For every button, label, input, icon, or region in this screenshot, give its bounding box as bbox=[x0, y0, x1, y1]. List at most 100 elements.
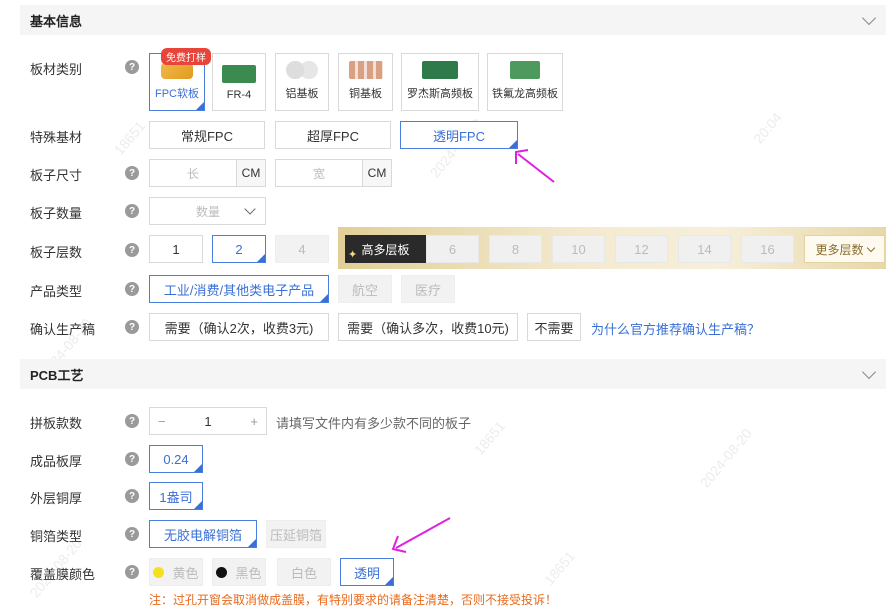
watermark: 18651 bbox=[470, 417, 509, 459]
chevron-down-icon bbox=[244, 203, 256, 215]
color-option-white[interactable]: 白色 bbox=[277, 558, 331, 586]
help-icon[interactable]: ? bbox=[125, 320, 139, 334]
layer-option-4[interactable]: 4 bbox=[275, 235, 329, 263]
color-option-yellow[interactable]: 黄色 bbox=[149, 558, 203, 586]
layer-option-1[interactable]: 1 bbox=[149, 235, 203, 263]
substrate-option-transparent[interactable]: 透明FPC bbox=[400, 121, 518, 149]
panel-count-label: 拼板款数 bbox=[30, 416, 83, 431]
section-pcb-process[interactable]: PCB工艺 bbox=[20, 359, 886, 389]
material-option-copper[interactable]: 铜基板 bbox=[338, 53, 393, 111]
more-layers-dropdown[interactable]: 更多层数 bbox=[804, 235, 885, 263]
special-substrate-label: 特殊基材 bbox=[30, 130, 83, 145]
width-input[interactable]: 宽 bbox=[275, 159, 363, 187]
thickness-option[interactable]: 0.24 bbox=[149, 445, 203, 473]
section-title: PCB工艺 bbox=[30, 367, 84, 383]
substrate-option-regular[interactable]: 常规FPC bbox=[149, 121, 265, 149]
chevron-down-icon[interactable] bbox=[861, 10, 877, 26]
quantity-select[interactable]: 数量 bbox=[149, 197, 266, 225]
free-sample-badge: 免费打样 bbox=[161, 48, 211, 65]
watermark: 18651 bbox=[110, 117, 149, 159]
material-option-ptfe[interactable]: 铁氟龙高频板 bbox=[487, 53, 563, 111]
annotation-arrow bbox=[391, 517, 451, 553]
layer-option-8[interactable]: 8 bbox=[489, 235, 542, 263]
help-icon[interactable]: ? bbox=[125, 565, 139, 579]
material-option-rogers[interactable]: 罗杰斯高频板 bbox=[401, 53, 479, 111]
fr4-board-icon bbox=[222, 65, 256, 83]
annotation-arrow bbox=[515, 149, 555, 183]
color-option-label: 黄色 bbox=[172, 565, 199, 581]
layer-option-2[interactable]: 2 bbox=[212, 235, 266, 263]
high-multilayer-tab[interactable]: ✦ 高多层板 bbox=[345, 235, 426, 263]
coverlay-note: 注：过孔开窗会取消做成盖膜，有特别要求的请备注清楚，否则不接受投诉！ bbox=[149, 593, 558, 607]
help-icon[interactable]: ? bbox=[125, 166, 139, 180]
material-option-fr4[interactable]: FR-4 bbox=[212, 53, 266, 111]
panel-count-value[interactable]: 1 bbox=[204, 414, 211, 429]
coverlay-color-label: 覆盖膜颜色 bbox=[30, 567, 96, 582]
chevron-down-icon bbox=[866, 243, 875, 252]
thickness-label: 成品板厚 bbox=[30, 454, 83, 469]
board-quantity-label: 板子数量 bbox=[30, 206, 83, 221]
material-option-label: FR-4 bbox=[226, 89, 252, 101]
minus-icon[interactable]: − bbox=[158, 414, 166, 429]
outer-copper-label: 外层铜厚 bbox=[30, 491, 83, 506]
plus-icon[interactable]: + bbox=[250, 414, 258, 429]
substrate-option-thick[interactable]: 超厚FPC bbox=[275, 121, 391, 149]
sparkle-icon: ✦ bbox=[348, 249, 358, 261]
copper-board-icon bbox=[348, 61, 383, 79]
panel-count-stepper[interactable]: − 1 + bbox=[149, 407, 267, 435]
panel-count-hint: 请填写文件内有多少款不同的板子 bbox=[276, 416, 472, 431]
foil-type-label: 铜箔类型 bbox=[30, 529, 83, 544]
material-option-aluminum[interactable]: 铝基板 bbox=[275, 53, 329, 111]
help-icon[interactable]: ? bbox=[125, 452, 139, 466]
outer-copper-option[interactable]: 1盎司 bbox=[149, 482, 203, 510]
fpc-board-icon bbox=[161, 63, 193, 79]
color-option-transparent[interactable]: 透明 bbox=[340, 558, 394, 586]
material-label: 板材类别 bbox=[30, 62, 83, 77]
material-option-label: 罗杰斯高频板 bbox=[407, 88, 473, 100]
watermark: 20:04 bbox=[750, 109, 785, 147]
layer-option-10[interactable]: 10 bbox=[552, 235, 605, 263]
help-icon[interactable]: ? bbox=[125, 489, 139, 503]
foil-option-rolled[interactable]: 压延铜箔 bbox=[266, 520, 326, 548]
quantity-placeholder: 数量 bbox=[196, 204, 221, 219]
help-icon[interactable]: ? bbox=[125, 527, 139, 541]
length-unit: CM bbox=[236, 159, 266, 187]
chevron-down-icon[interactable] bbox=[861, 364, 877, 380]
section-basic-info[interactable]: 基本信息 bbox=[20, 5, 886, 35]
product-option-aviation[interactable]: 航空 bbox=[338, 275, 392, 303]
layer-option-16[interactable]: 16 bbox=[741, 235, 794, 263]
high-multilayer-label: 高多层板 bbox=[361, 242, 410, 257]
product-option-medical[interactable]: 医疗 bbox=[401, 275, 455, 303]
section-title: 基本信息 bbox=[30, 13, 83, 29]
material-option-label: 铁氟龙高频板 bbox=[492, 88, 558, 100]
foil-option-electrolytic[interactable]: 无胶电解铜箔 bbox=[149, 520, 257, 548]
rogers-board-icon bbox=[422, 61, 458, 79]
help-icon[interactable]: ? bbox=[125, 243, 139, 257]
watermark: 18651 bbox=[540, 547, 579, 589]
watermark: 2024-08-20 bbox=[696, 425, 755, 491]
ptfe-board-icon bbox=[510, 61, 540, 79]
confirm-option-multiple[interactable]: 需要（确认多次，收费10元) bbox=[338, 313, 518, 341]
product-option-industrial[interactable]: 工业/消费/其他类电子产品 bbox=[149, 275, 329, 303]
material-option-label: FPC软板 bbox=[155, 88, 199, 100]
layer-option-6[interactable]: 6 bbox=[426, 235, 479, 263]
help-icon[interactable]: ? bbox=[125, 414, 139, 428]
color-option-label: 黑色 bbox=[235, 565, 262, 581]
more-layers-label: 更多层数 bbox=[815, 242, 864, 257]
color-option-black[interactable]: 黑色 bbox=[212, 558, 266, 586]
aluminum-board-icon bbox=[285, 61, 319, 79]
confirm-option-none[interactable]: 不需要 bbox=[527, 313, 581, 341]
confirm-option-twice[interactable]: 需要（确认2次，收费3元) bbox=[149, 313, 329, 341]
why-confirm-link[interactable]: 为什么官方推荐确认生产稿？ bbox=[591, 319, 760, 338]
layers-label: 板子层数 bbox=[30, 245, 83, 260]
material-option-label: 铝基板 bbox=[285, 88, 319, 100]
help-icon[interactable]: ? bbox=[125, 204, 139, 218]
layer-option-14[interactable]: 14 bbox=[678, 235, 731, 263]
layer-option-12[interactable]: 12 bbox=[615, 235, 668, 263]
length-input[interactable]: 长 bbox=[149, 159, 237, 187]
confirm-production-label: 确认生产稿 bbox=[30, 322, 96, 337]
width-unit: CM bbox=[362, 159, 392, 187]
help-icon[interactable]: ? bbox=[125, 282, 139, 296]
yellow-dot-icon bbox=[153, 566, 165, 578]
help-icon[interactable]: ? bbox=[125, 60, 139, 74]
